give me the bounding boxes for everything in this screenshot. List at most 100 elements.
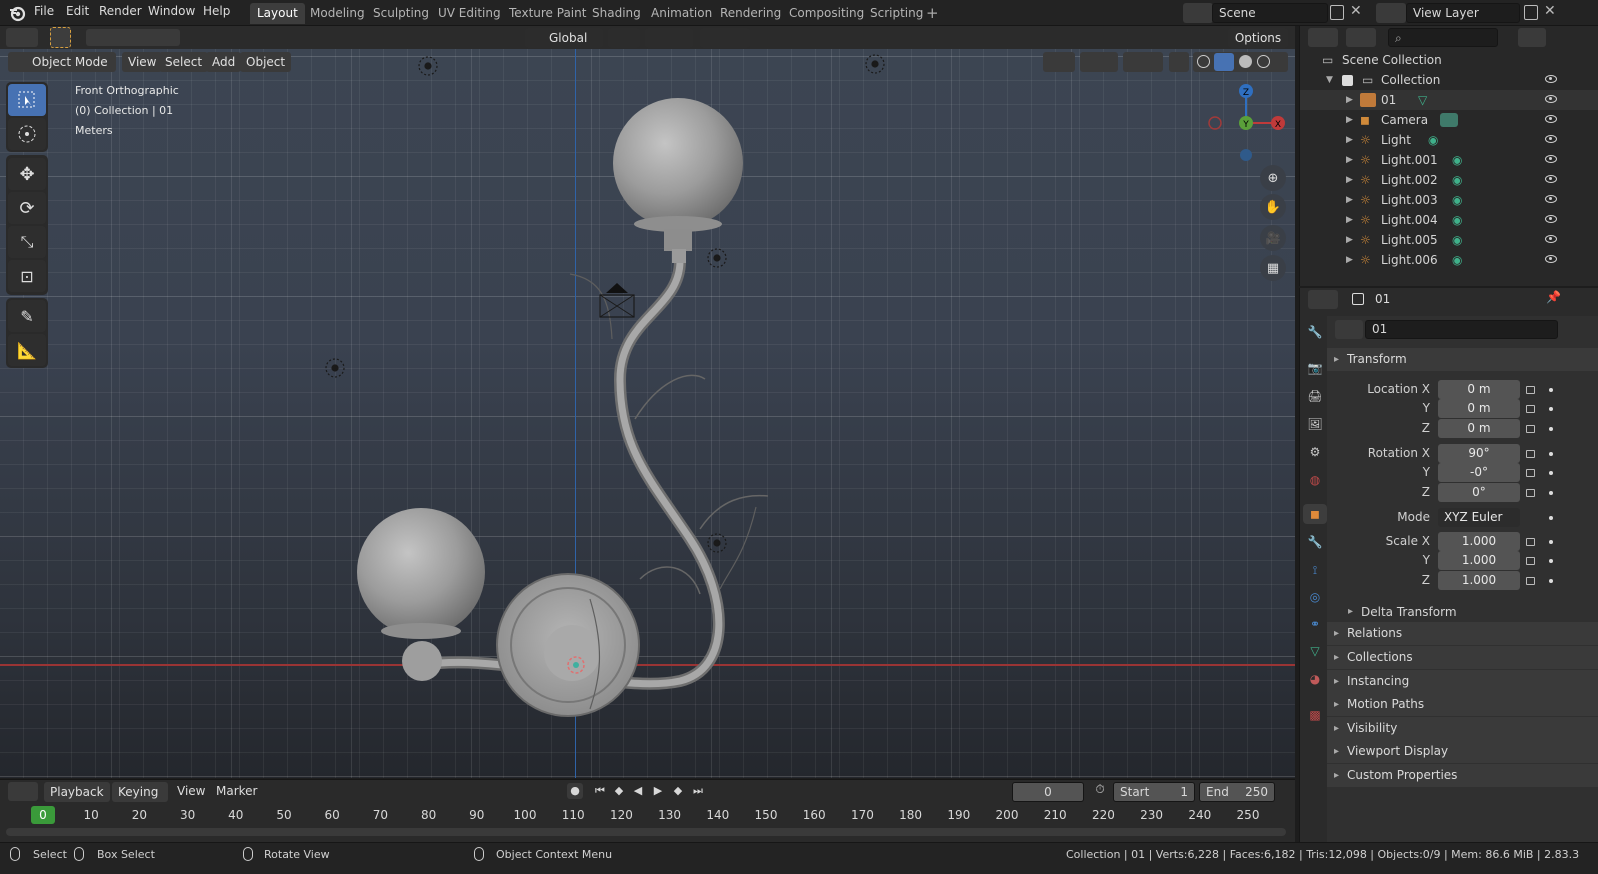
- zoom-button[interactable]: ⊕: [1260, 165, 1286, 191]
- viewport-menu-view[interactable]: View: [122, 52, 163, 72]
- scale-tool[interactable]: ⤡: [8, 226, 46, 258]
- menu-window[interactable]: Window: [148, 4, 195, 18]
- eye-icon[interactable]: [1545, 235, 1557, 243]
- lamp-model[interactable]: [0, 49, 1295, 778]
- proportional-edit-icon[interactable]: [700, 28, 750, 48]
- pivot-dropdown-icon[interactable]: [608, 28, 640, 48]
- eye-icon[interactable]: [1545, 215, 1557, 223]
- wireframe-shading-icon[interactable]: [1197, 55, 1210, 68]
- menu-file[interactable]: File: [34, 4, 54, 18]
- display-mode-icon[interactable]: [1346, 28, 1376, 47]
- clock-icon[interactable]: ⏱: [1090, 782, 1110, 801]
- eye-icon[interactable]: [1545, 255, 1557, 263]
- blender-logo-icon[interactable]: [8, 4, 26, 22]
- expand-arrow-icon[interactable]: ▶: [1346, 230, 1353, 250]
- outliner-search-input[interactable]: ⌕: [1388, 28, 1498, 47]
- expand-arrow-icon[interactable]: ▶: [1346, 250, 1353, 270]
- next-keyframe-icon[interactable]: ◆: [670, 783, 686, 799]
- lock-icon[interactable]: [1526, 538, 1535, 546]
- play-reverse-icon[interactable]: ◀: [630, 783, 646, 799]
- orientation-dropdown[interactable]: Global: [525, 28, 603, 48]
- cursor-tool[interactable]: [8, 118, 46, 150]
- xray-toggle-icon[interactable]: [1169, 52, 1189, 72]
- rotation-z-field[interactable]: 0°: [1438, 483, 1520, 502]
- jump-start-icon[interactable]: ⏮: [592, 783, 608, 799]
- menu-edit[interactable]: Edit: [66, 4, 89, 18]
- keyframe-dot-icon[interactable]: [1549, 491, 1553, 495]
- world-tab-icon[interactable]: ◍: [1305, 470, 1325, 490]
- keyframe-dot-icon[interactable]: [1549, 388, 1553, 392]
- menu-help[interactable]: Help: [203, 4, 230, 18]
- scene-selector-icon[interactable]: [1183, 3, 1213, 23]
- lock-icon[interactable]: [1526, 469, 1535, 477]
- pan-button[interactable]: ✋: [1260, 194, 1286, 220]
- eye-icon[interactable]: [1545, 155, 1557, 163]
- 3d-viewport[interactable]: Z Y X: [0, 49, 1295, 778]
- location-z-field[interactable]: 0 m: [1438, 419, 1520, 438]
- timeline-marker-menu[interactable]: Marker: [216, 784, 257, 798]
- expand-arrow-icon[interactable]: ▶: [1346, 110, 1353, 130]
- navigation-gizmo[interactable]: Z Y X: [1205, 81, 1290, 161]
- copy-view-layer-icon[interactable]: [1524, 5, 1538, 20]
- timeline-editor-type-icon[interactable]: [8, 782, 38, 801]
- selection-mode-buttons[interactable]: [86, 29, 180, 46]
- tab-compositing[interactable]: Compositing: [782, 3, 871, 24]
- particles-tab-icon[interactable]: ⟟: [1305, 560, 1325, 580]
- ortho-toggle-button[interactable]: ▦: [1260, 255, 1286, 281]
- expand-arrow-icon[interactable]: ▶: [1346, 150, 1353, 170]
- checkbox-icon[interactable]: [1342, 75, 1353, 86]
- solid-shading-icon[interactable]: [1214, 53, 1234, 71]
- playback-menu[interactable]: Playback: [44, 782, 110, 802]
- viewport-menu-add[interactable]: Add: [206, 52, 242, 72]
- outliner-row-light-001[interactable]: ▶ ☼ Light.001 ◉: [1300, 150, 1598, 170]
- scale-y-field[interactable]: 1.000: [1438, 551, 1520, 570]
- lock-icon[interactable]: [1526, 405, 1535, 413]
- keyframe-dot-icon[interactable]: [1549, 579, 1553, 583]
- location-x-field[interactable]: 0 m: [1438, 380, 1520, 399]
- object-tab-icon[interactable]: ◼: [1303, 504, 1327, 524]
- transform-tool[interactable]: ⊡: [8, 260, 46, 292]
- tab-uv-editing[interactable]: UV Editing: [431, 3, 508, 24]
- keyframe-dot-icon[interactable]: [1549, 471, 1553, 475]
- tab-shading[interactable]: Shading: [585, 3, 648, 24]
- outliner-row-01[interactable]: ▶ 01 ▽: [1300, 90, 1598, 110]
- keyframe-dot-icon[interactable]: [1549, 559, 1553, 563]
- timeline-view-menu[interactable]: View: [177, 784, 205, 798]
- lock-icon[interactable]: [1526, 450, 1535, 458]
- lock-icon[interactable]: [1526, 386, 1535, 394]
- rotation-x-field[interactable]: 90°: [1438, 444, 1520, 463]
- modifier-tab-icon[interactable]: 🔧: [1305, 532, 1325, 552]
- instancing-panel-header[interactable]: Instancing: [1327, 670, 1598, 693]
- expand-arrow-icon[interactable]: ▶: [1346, 210, 1353, 230]
- motion-paths-panel-header[interactable]: Motion Paths: [1327, 693, 1598, 716]
- end-frame-field[interactable]: End 250: [1199, 782, 1275, 802]
- expand-arrow-icon[interactable]: ▼: [1326, 70, 1333, 90]
- eye-icon[interactable]: [1545, 115, 1557, 123]
- constraints-tab-icon[interactable]: ⚭: [1305, 614, 1325, 634]
- view-layer-tab-icon[interactable]: 🖼: [1305, 414, 1325, 434]
- transform-panel-header[interactable]: Transform: [1327, 348, 1598, 371]
- annotate-tool[interactable]: ✎: [8, 300, 46, 332]
- tool-tab-icon[interactable]: 🔧: [1305, 322, 1325, 342]
- lock-icon[interactable]: [1526, 557, 1535, 565]
- start-frame-field[interactable]: Start 1: [1113, 782, 1195, 802]
- collections-panel-header[interactable]: Collections: [1327, 646, 1598, 669]
- lock-icon[interactable]: [1526, 489, 1535, 497]
- copy-scene-icon[interactable]: [1330, 5, 1344, 20]
- snap-dropdown-icon[interactable]: [645, 28, 693, 48]
- physics-tab-icon[interactable]: ◎: [1305, 587, 1325, 607]
- options-dropdown[interactable]: Options: [1228, 28, 1288, 48]
- mode-dropdown[interactable]: Object Mode: [8, 52, 116, 72]
- delta-transform-subpanel[interactable]: ▸ Delta Transform: [1341, 602, 1457, 622]
- lock-icon[interactable]: [1526, 577, 1535, 585]
- output-tab-icon[interactable]: 🖨: [1305, 386, 1325, 406]
- close-view-layer-icon[interactable]: ✕: [1544, 3, 1556, 19]
- viewport-menu-select[interactable]: Select: [159, 52, 209, 72]
- play-icon[interactable]: ▶: [650, 783, 666, 799]
- shading-mode-buttons[interactable]: [1193, 52, 1288, 72]
- rendered-shading-icon[interactable]: [1257, 55, 1270, 68]
- menu-render[interactable]: Render: [99, 4, 142, 18]
- eye-icon[interactable]: [1545, 75, 1557, 83]
- select-box-tool[interactable]: [8, 84, 46, 116]
- tab-scripting[interactable]: Scripting: [863, 3, 930, 24]
